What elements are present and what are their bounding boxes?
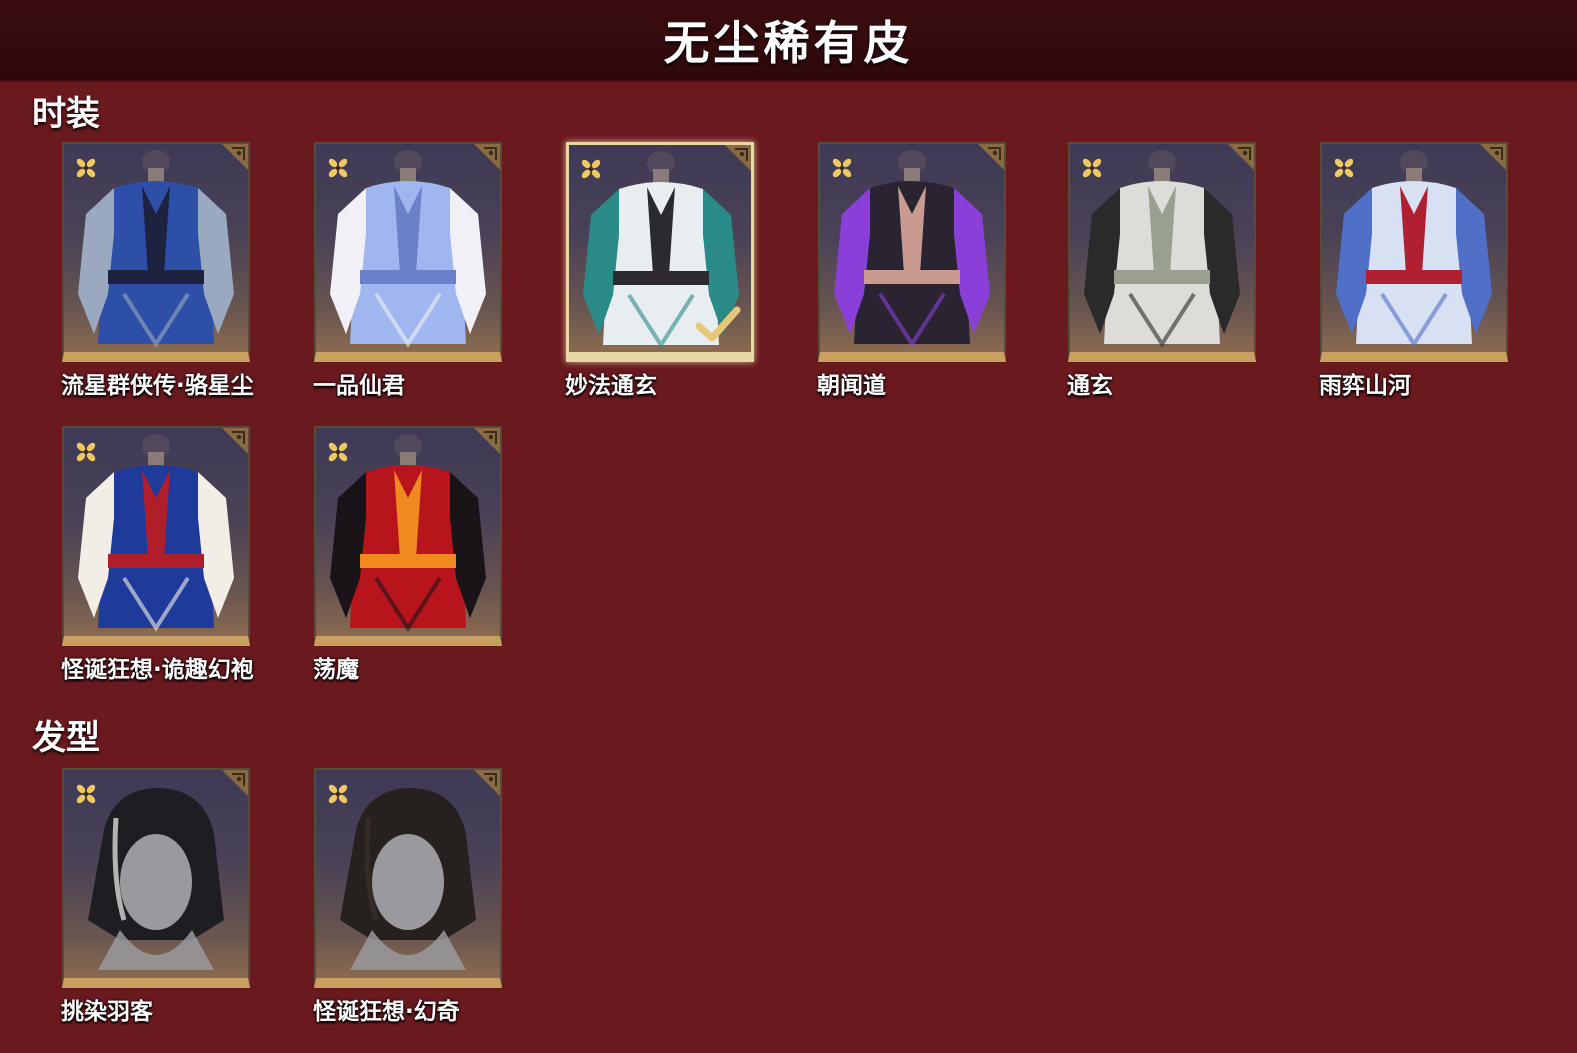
corner-tag-icon	[474, 428, 500, 454]
outfit-card-2[interactable]	[314, 142, 502, 362]
outfit-card-5[interactable]	[1068, 142, 1256, 362]
outfit-card-4[interactable]	[818, 142, 1006, 362]
outfit-name-label: 朝闻道	[817, 373, 886, 399]
page-header: 无尘稀有皮	[0, 0, 1577, 82]
gold-flower-icon	[326, 440, 350, 464]
page-title: 无尘稀有皮	[663, 16, 914, 70]
outfit-name-label: 雨弈山河	[1319, 373, 1411, 399]
outfit-card-6[interactable]	[1320, 142, 1508, 362]
gold-flower-icon	[326, 156, 350, 180]
outfit-name-label: 流星群侠传·骆星尘	[61, 373, 254, 399]
hairstyle-name-label: 怪诞狂想·幻奇	[313, 999, 460, 1025]
outfit-card-1[interactable]	[62, 142, 250, 362]
gold-flower-icon	[326, 782, 350, 806]
corner-tag-icon	[222, 428, 248, 454]
corner-tag-icon	[474, 144, 500, 170]
gold-flower-icon	[830, 156, 854, 180]
corner-tag-icon	[1228, 144, 1254, 170]
gold-flower-icon	[74, 782, 98, 806]
outfit-name-label: 荡魔	[313, 657, 359, 683]
outfit-card-3[interactable]	[566, 142, 754, 362]
hairstyle-card-1[interactable]	[62, 768, 250, 988]
gold-flower-icon	[579, 157, 603, 181]
outfit-card-7[interactable]	[62, 426, 250, 646]
hairstyle-name-label: 挑染羽客	[61, 999, 153, 1025]
outfit-name-label: 妙法通玄	[565, 373, 657, 399]
corner-tag-icon	[222, 770, 248, 796]
corner-tag-icon	[978, 144, 1004, 170]
section-title-hairstyles: 发型	[32, 718, 100, 758]
outfit-name-label: 怪诞狂想·诡趣幻袍	[61, 657, 254, 683]
outfit-card-8[interactable]	[314, 426, 502, 646]
corner-tag-icon	[222, 144, 248, 170]
gold-flower-icon	[1332, 156, 1356, 180]
section-title-outfits: 时装	[32, 94, 100, 134]
gold-flower-icon	[74, 156, 98, 180]
gold-flower-icon	[74, 440, 98, 464]
hairstyle-card-2[interactable]	[314, 768, 502, 988]
corner-tag-icon	[474, 770, 500, 796]
gold-flower-icon	[1080, 156, 1104, 180]
corner-tag-icon	[1480, 144, 1506, 170]
outfit-name-label: 通玄	[1067, 373, 1113, 399]
corner-tag-icon	[725, 145, 751, 171]
outfit-name-label: 一品仙君	[313, 373, 405, 399]
checkmark-icon	[695, 304, 741, 344]
